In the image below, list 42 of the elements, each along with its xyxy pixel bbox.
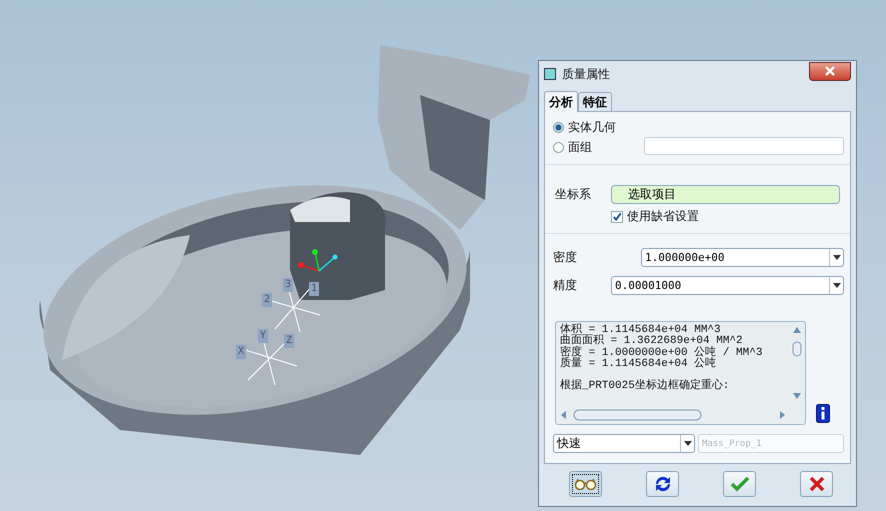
preview-button[interactable] [569, 471, 602, 497]
field-label: 坐标系 [555, 186, 591, 203]
close-icon [824, 66, 836, 76]
ok-button[interactable] [723, 471, 756, 497]
vertical-scrollbar[interactable] [792, 325, 802, 401]
radio-label: 面组 [568, 139, 592, 156]
checkbox[interactable] [611, 210, 623, 222]
recompute-button[interactable] [646, 471, 679, 497]
selection-field[interactable]: 选取项目 [611, 185, 840, 204]
result-line: 质量 = 1.1145684e+04 公吨 [560, 358, 718, 370]
axis-label: Y [258, 329, 268, 343]
dropdown-arrow-icon[interactable] [680, 435, 694, 452]
coordinate-triad-icon [298, 249, 338, 272]
dropdown[interactable]: 1.000000e+00 [641, 248, 844, 267]
field-label: 精度 [553, 277, 577, 294]
radio-label: 实体几何 [568, 119, 616, 136]
dropdown[interactable]: 快速 [553, 434, 695, 453]
result-line: 根据_PRT0025坐标边框确定重心: [560, 381, 730, 392]
axis-label: 3 [283, 278, 294, 292]
name-field[interactable]: Mass_Prop_1 [698, 434, 844, 453]
dropdown-arrow-icon[interactable] [829, 249, 843, 266]
cross-icon [808, 476, 824, 492]
checkbox-label: 使用缺省设置 [627, 208, 699, 225]
close-button[interactable] [809, 62, 851, 80]
axis-label: X [236, 345, 246, 359]
tab[interactable]: 分析 [544, 91, 578, 112]
radio-button[interactable] [553, 122, 564, 133]
info-icon[interactable] [816, 404, 830, 423]
tab[interactable]: 特征 [578, 92, 612, 111]
quilt-field[interactable] [644, 137, 844, 155]
window-icon [544, 68, 556, 80]
radio-button[interactable] [553, 142, 564, 153]
dropdown-arrow-icon[interactable] [829, 277, 843, 294]
axis-label: Z [284, 334, 294, 348]
glasses-icon [574, 478, 598, 490]
axis-label: 2 [262, 293, 272, 307]
field-label: 密度 [553, 249, 577, 266]
cancel-button[interactable] [800, 471, 833, 497]
window-title: 质量属性 [562, 66, 611, 82]
dropdown[interactable]: 0.00001000 [611, 276, 844, 295]
axis-label: 1 [309, 282, 320, 296]
checkmark-icon [730, 476, 750, 492]
